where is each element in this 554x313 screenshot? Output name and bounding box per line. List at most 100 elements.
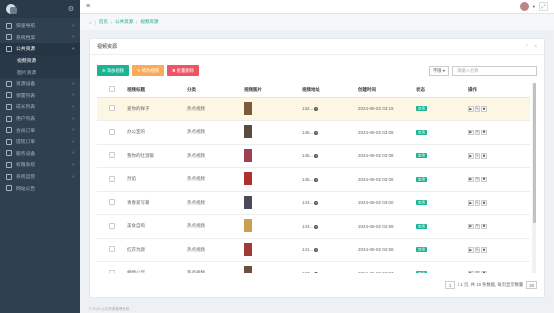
sidebar-subitem[interactable]: 图片资源: [0, 66, 80, 78]
edit-icon[interactable]: ✎: [474, 176, 481, 182]
play-icon[interactable]: ▶: [468, 176, 474, 182]
close-icon[interactable]: ×: [534, 44, 537, 50]
video-thumbnail[interactable]: [244, 266, 252, 273]
logo-icon[interactable]: [6, 4, 18, 14]
edit-video-button[interactable]: ✎ 修改视频: [131, 65, 164, 76]
row-checkbox[interactable]: [109, 105, 115, 112]
play-icon[interactable]: ▶: [468, 200, 474, 206]
delete-icon[interactable]: ✖: [481, 223, 487, 229]
row-checkbox[interactable]: [109, 128, 115, 135]
fullscreen-icon[interactable]: ⤢: [539, 2, 548, 11]
status-badge[interactable]: 启用: [416, 200, 427, 206]
row-checkbox[interactable]: [109, 199, 115, 206]
column-header[interactable]: 视频图片: [244, 83, 302, 98]
video-thumbnail[interactable]: [244, 101, 252, 115]
column-header[interactable]: 视频标题: [127, 83, 187, 98]
table-row[interactable]: 爱你的样子 热点视频 132...? 2024-06-02 03:19 启用 ▶ ✎ ✖: [97, 97, 530, 121]
home-icon[interactable]: ⌂: [89, 20, 92, 25]
breadcrumb-home[interactable]: 首页: [99, 19, 108, 25]
sidebar-item[interactable]: 快速导航 ‹: [0, 20, 80, 32]
row-checkbox[interactable]: [109, 269, 115, 273]
help-icon[interactable]: ?: [314, 224, 319, 229]
play-icon[interactable]: ▶: [468, 223, 474, 229]
sidebar-item[interactable]: 权限系统 ‹: [0, 159, 80, 171]
video-thumbnail[interactable]: [244, 125, 252, 139]
delete-icon[interactable]: ✖: [481, 129, 487, 135]
help-icon[interactable]: ?: [314, 271, 319, 273]
table-scrollbar[interactable]: [532, 83, 536, 273]
sidebar-item[interactable]: 会员订单 ‹: [0, 124, 80, 136]
edit-icon[interactable]: ✎: [474, 270, 481, 273]
table-row[interactable]: 美食自购 热点视频 143...? 2024-06-02 02:59 启用 ▶ ✎ ✖: [97, 214, 530, 239]
table-row[interactable]: 烈焰 热点视频 145...? 2024-06-02 03:06 启用 ▶ ✎ ✖: [97, 167, 530, 192]
delete-icon[interactable]: ✖: [481, 153, 487, 159]
delete-icon[interactable]: ✖: [481, 247, 487, 253]
help-icon[interactable]: ?: [314, 201, 319, 206]
play-icon[interactable]: ▶: [468, 106, 474, 112]
sidebar-item[interactable]: 保置列表 ‹: [0, 90, 80, 102]
sidebar-item[interactable]: 服务设备 ‹: [0, 148, 80, 160]
help-icon[interactable]: ?: [314, 177, 319, 182]
play-icon[interactable]: ▶: [468, 247, 474, 253]
status-badge[interactable]: 启用: [416, 106, 427, 112]
table-row[interactable]: 办公室的 热点视频 145...? 2024-06-02 03:09 启用 ▶ ✎ ✖: [97, 120, 530, 145]
sidebar-item[interactable]: 公共资源 ‹: [0, 43, 80, 55]
edit-icon[interactable]: ✎: [474, 200, 481, 206]
video-thumbnail[interactable]: [244, 242, 252, 256]
delete-icon[interactable]: ✖: [481, 270, 487, 273]
page-input[interactable]: 1: [445, 281, 456, 289]
table-row[interactable]: 红衣为颜 热点视频 141...? 2024-06-02 02:58 启用 ▶ ✎ ✖: [97, 238, 530, 262]
table-row[interactable]: 我你的吐温暖 热点视频 145...? 2024-06-02 03:08 启用 ▶ ✎ …: [97, 144, 530, 168]
avatar[interactable]: [520, 2, 530, 11]
edit-icon[interactable]: ✎: [474, 153, 481, 159]
help-icon[interactable]: ?: [314, 130, 319, 135]
column-header[interactable]: 视频地址: [302, 83, 358, 98]
search-input[interactable]: 请输入名称: [452, 65, 537, 76]
video-thumbnail[interactable]: [244, 148, 252, 162]
status-badge[interactable]: 启用: [416, 153, 427, 159]
sidebar-subitem[interactable]: 视频资源: [0, 54, 80, 67]
scrollbar-thumb[interactable]: [532, 83, 536, 223]
row-checkbox[interactable]: [109, 152, 115, 159]
status-badge[interactable]: 启用: [416, 247, 427, 253]
video-thumbnail[interactable]: [244, 219, 252, 233]
column-header[interactable]: 操作: [468, 83, 530, 98]
collapse-icon[interactable]: ⌃: [525, 44, 529, 50]
help-icon[interactable]: ?: [314, 248, 319, 253]
edit-icon[interactable]: ✎: [474, 223, 481, 229]
video-thumbnail[interactable]: [244, 195, 252, 209]
help-icon[interactable]: ?: [314, 107, 319, 112]
select-all-checkbox[interactable]: [109, 86, 115, 93]
play-icon[interactable]: ▶: [468, 129, 474, 135]
breadcrumb-section[interactable]: 公共资源: [115, 19, 133, 25]
column-header[interactable]: 分类: [187, 83, 244, 98]
add-video-button[interactable]: ⊕ 添加视频: [97, 65, 129, 76]
sidebar-item[interactable]: 系统档案 ‹: [0, 32, 80, 44]
delete-icon[interactable]: ✖: [481, 200, 487, 206]
page-size-select[interactable]: 20: [526, 281, 537, 289]
row-checkbox[interactable]: [109, 222, 115, 229]
edit-icon[interactable]: ✎: [474, 129, 481, 135]
status-badge[interactable]: 启用: [416, 129, 427, 135]
menu-toggle-icon[interactable]: ≡: [86, 3, 90, 10]
table-row[interactable]: 相伴公案热点视频 137...? 2024-06-02 02:57启用 ▶ ✎ ✖: [97, 261, 530, 273]
sidebar-item[interactable]: 提现订单 ‹: [0, 136, 80, 148]
video-thumbnail[interactable]: [244, 172, 252, 186]
column-header[interactable]: 状态: [416, 83, 468, 98]
sidebar-item[interactable]: 资源设备 ‹: [0, 78, 80, 90]
sidebar-item[interactable]: 网站公告: [0, 182, 80, 194]
play-icon[interactable]: ▶: [468, 153, 474, 159]
gear-icon[interactable]: ⚙: [68, 5, 74, 13]
edit-icon[interactable]: ✎: [474, 247, 481, 253]
sidebar-item[interactable]: 成长列表 ‹: [0, 101, 80, 113]
batch-delete-button[interactable]: ✖ 批量删除: [166, 65, 199, 76]
play-icon[interactable]: ▶: [468, 270, 474, 273]
status-badge[interactable]: 启用: [416, 176, 427, 182]
delete-icon[interactable]: ✖: [481, 176, 487, 182]
delete-icon[interactable]: ✖: [481, 106, 487, 112]
row-checkbox[interactable]: [109, 246, 115, 253]
chevron-down-icon[interactable]: ▼: [532, 4, 536, 9]
column-header[interactable]: 创建时间: [358, 83, 416, 98]
row-checkbox[interactable]: [109, 175, 115, 182]
sidebar-item[interactable]: 系统运营 ‹: [0, 171, 80, 183]
